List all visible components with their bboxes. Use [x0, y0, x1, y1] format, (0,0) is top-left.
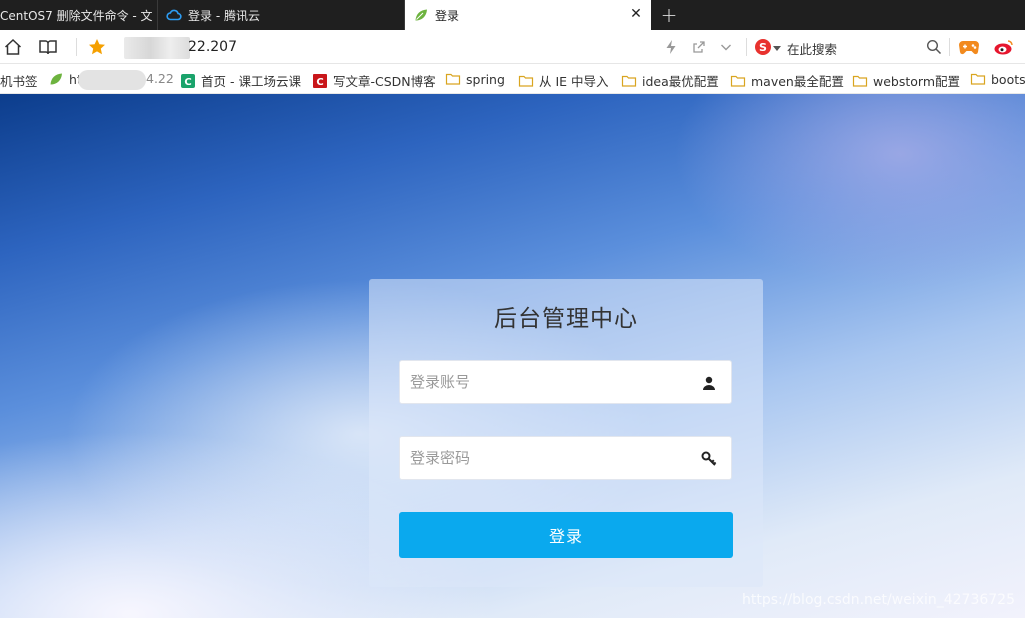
sogou-search-icon[interactable]: S — [754, 38, 772, 56]
divider — [76, 38, 77, 56]
user-icon — [703, 376, 715, 390]
csdn-icon: C — [313, 73, 327, 88]
bookmark-label: webstorm配置 — [873, 74, 961, 89]
username-input[interactable] — [400, 361, 710, 403]
search-input[interactable]: 在此搜索 — [787, 39, 837, 58]
bookmarks-bar: 机书签 ht 4.22 C 首页 - 课工场云课 C 写文章-CSDN博客 sp… — [0, 64, 1025, 94]
bookmark-kgc[interactable]: C 首页 - 课工场云课 — [180, 71, 301, 90]
folder-icon — [621, 75, 637, 87]
new-tab-button[interactable]: + — [651, 0, 687, 30]
page-background: 后台管理中心 登录 https://blog.csdn.net/weixin_4… — [0, 94, 1025, 618]
bookmark-mobile[interactable]: 机书签 — [0, 71, 38, 90]
bookmark-label: 写文章-CSDN博客 — [333, 74, 436, 89]
bookmark-label: spring — [466, 71, 505, 87]
login-button[interactable]: 登录 — [399, 512, 733, 558]
address-bar: 22.207 S 在此搜索 — [0, 30, 1025, 64]
close-icon[interactable]: ✕ — [629, 7, 643, 21]
svg-text:C: C — [316, 77, 323, 88]
key-icon — [701, 451, 717, 466]
folder-icon — [445, 73, 461, 85]
svg-text:S: S — [759, 41, 767, 54]
bookmark-csdn[interactable]: C 写文章-CSDN博客 — [312, 71, 436, 90]
weibo-icon[interactable] — [993, 38, 1015, 56]
login-panel: 后台管理中心 登录 — [369, 279, 763, 587]
watermark: https://blog.csdn.net/weixin_42736725 — [741, 592, 1015, 608]
gamepad-icon[interactable] — [958, 38, 980, 56]
bookmark-label: boots — [991, 71, 1025, 87]
login-title: 后台管理中心 — [494, 306, 638, 332]
bookmark-label: 4.22 — [146, 71, 174, 86]
cloud-icon — [166, 9, 182, 21]
bookmark-folder-boots[interactable]: boots — [970, 71, 1025, 87]
bookmark-folder-ie[interactable]: 从 IE 中导入 — [518, 71, 609, 90]
bookmark-redacted-tail[interactable]: 4.22 — [146, 71, 174, 86]
tab-login-active[interactable]: 登录 ✕ — [405, 0, 651, 30]
folder-icon — [852, 75, 868, 87]
star-icon[interactable] — [87, 37, 107, 57]
username-field — [399, 360, 732, 404]
home-icon[interactable] — [3, 37, 23, 57]
bookmark-label: 首页 - 课工场云课 — [201, 74, 301, 89]
folder-icon — [518, 75, 534, 87]
divider — [949, 38, 950, 56]
chevron-down-icon[interactable] — [719, 40, 733, 54]
bookmark-redacted[interactable]: ht — [48, 71, 82, 87]
leaf-icon — [50, 73, 62, 85]
folder-icon — [730, 75, 746, 87]
tab-tencent-login[interactable]: 登录 - 腾讯云 — [158, 0, 405, 30]
search-icon[interactable] — [926, 39, 942, 55]
url-redacted — [124, 37, 190, 59]
password-input[interactable] — [400, 437, 710, 479]
svg-text:C: C — [184, 77, 191, 88]
tab-title: CentOS7 删除文件命令 - 文 — [0, 8, 153, 23]
bookmark-folder-spring[interactable]: spring — [445, 71, 505, 87]
tab-title: 登录 — [435, 8, 460, 23]
reading-mode-icon[interactable] — [38, 37, 58, 57]
share-icon[interactable] — [691, 39, 707, 55]
tab-title: 登录 - 腾讯云 — [188, 8, 260, 23]
tab-bar: CentOS7 删除文件命令 - 文 登录 - 腾讯云 登录 ✕ + — [0, 0, 1025, 30]
folder-icon — [970, 73, 986, 85]
bookmark-folder-idea[interactable]: idea最优配置 — [621, 71, 719, 90]
url-input[interactable]: 22.207 — [188, 39, 237, 55]
bookmark-redaction-blur — [78, 70, 146, 90]
bookmark-folder-webstorm[interactable]: webstorm配置 — [852, 71, 960, 90]
bookmark-folder-maven[interactable]: maven最全配置 — [730, 71, 844, 90]
lightning-icon[interactable] — [663, 39, 679, 55]
kgc-icon: C — [181, 73, 195, 88]
bookmark-label: 机书签 — [0, 74, 38, 89]
bookmark-label: maven最全配置 — [751, 74, 844, 89]
bookmark-label: idea最优配置 — [642, 74, 719, 89]
bookmark-label: 从 IE 中导入 — [539, 74, 609, 89]
plus-icon: + — [660, 3, 678, 27]
divider — [746, 38, 747, 56]
caret-down-icon[interactable] — [773, 44, 781, 52]
tab-centos[interactable]: CentOS7 删除文件命令 - 文 — [0, 0, 158, 30]
password-field — [399, 436, 732, 480]
leaf-icon — [415, 9, 427, 21]
